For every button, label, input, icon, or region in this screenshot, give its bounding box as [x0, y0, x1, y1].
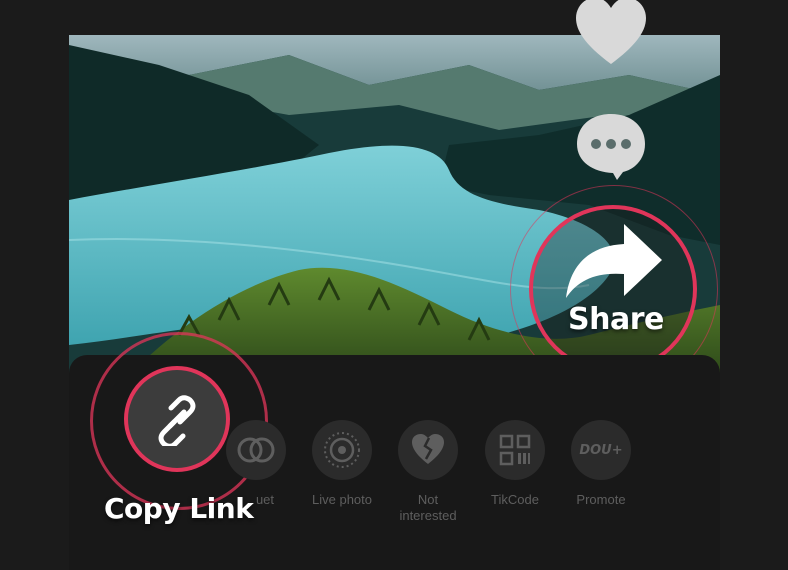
not-interested-option[interactable]: Not interested: [388, 420, 468, 524]
copy-link-button[interactable]: [124, 366, 230, 472]
not-interested-label: Not interested: [388, 492, 468, 524]
promote-label: Promote: [576, 492, 626, 507]
comment-button[interactable]: [575, 112, 647, 180]
live-photo-icon: [324, 432, 360, 468]
heart-icon: [576, 0, 646, 64]
qr-code-icon: [499, 434, 531, 466]
tikcode-label: TikCode: [491, 492, 539, 507]
live-photo-button[interactable]: [312, 420, 372, 480]
promote-option[interactable]: DOU+ Promote: [561, 420, 641, 508]
live-photo-label: Live photo: [312, 492, 372, 507]
broken-heart-icon: [412, 434, 444, 464]
duet-option[interactable]: uet: [216, 420, 296, 508]
not-interested-label-line1: Not: [417, 492, 439, 507]
promote-button[interactable]: DOU+: [571, 420, 631, 480]
dou-plus-icon: DOU+: [579, 442, 623, 458]
tikcode-option[interactable]: TikCode: [475, 420, 555, 508]
live-photo-option[interactable]: Live photo: [302, 420, 382, 508]
share-callout-label: Share: [568, 302, 664, 337]
duet-button[interactable]: [226, 420, 286, 480]
link-icon: [158, 395, 196, 446]
not-interested-label-line2: interested: [399, 508, 457, 523]
like-button[interactable]: [574, 0, 648, 68]
not-interested-button[interactable]: [398, 420, 458, 480]
comment-bubble-icon: [577, 114, 645, 180]
duet-label: uet: [255, 492, 275, 507]
share-arrow-icon: [566, 224, 662, 298]
duet-icon: [237, 437, 275, 463]
tikcode-button[interactable]: [485, 420, 545, 480]
share-button[interactable]: [562, 222, 666, 302]
